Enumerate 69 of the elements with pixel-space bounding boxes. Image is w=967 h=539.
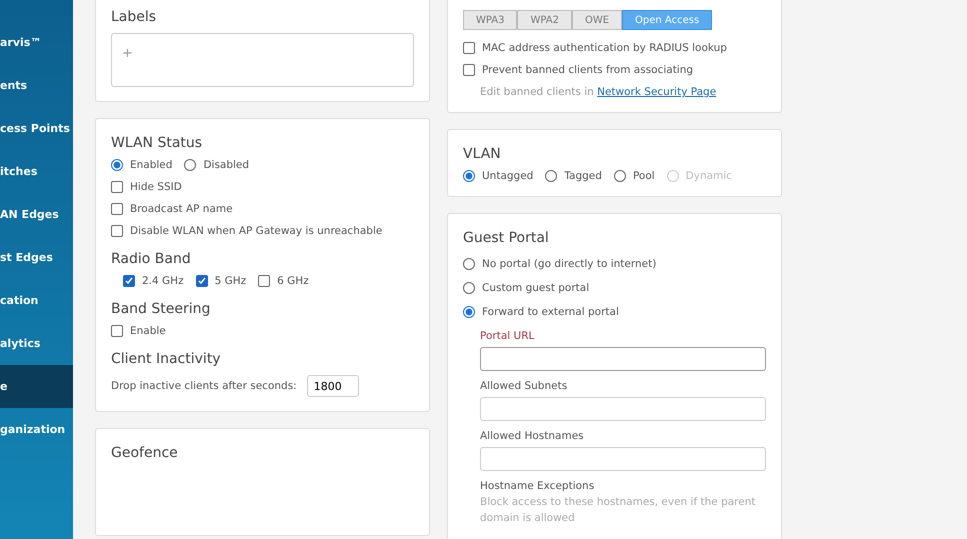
security-tab[interactable]: WPA3 — [463, 10, 518, 30]
checkbox-label: Broadcast AP name — [130, 203, 233, 215]
option-label: Custom guest portal — [482, 282, 590, 294]
radio-button[interactable] — [614, 170, 626, 182]
sidebar-item[interactable]: ents — [0, 64, 73, 107]
checkbox[interactable] — [111, 181, 123, 193]
option-label: Dynamic — [686, 170, 732, 182]
option-label: Disabled — [203, 159, 250, 171]
security-tab[interactable]: WPA2 — [517, 10, 572, 30]
note-text: Edit banned clients in — [480, 86, 594, 98]
radio-button[interactable] — [463, 282, 475, 294]
checkbox-label: Enable — [130, 325, 166, 337]
option-label: Pool — [632, 170, 655, 182]
checkbox[interactable] — [463, 64, 475, 76]
section-title: Labels — [111, 9, 158, 25]
field-label: Allowed Subnets — [480, 380, 568, 392]
section-title: Client Inactivity — [111, 351, 222, 367]
checkbox[interactable] — [258, 275, 270, 287]
section-title: WLAN Status — [111, 135, 204, 151]
hint-text: Block access to these hostnames, even if the parent domain is allowed — [480, 495, 756, 526]
field-label: Allowed Hostnames — [480, 430, 585, 442]
network-security-link[interactable]: Network Security Page — [597, 86, 716, 98]
section-title: Guest Portal — [463, 230, 550, 246]
sidebar-item[interactable]: cess Points — [0, 107, 73, 150]
checkbox-label: 2.4 GHz — [142, 275, 184, 287]
checkbox-label: Hide SSID — [130, 181, 182, 193]
field-label: Hostname Exceptions — [480, 480, 596, 492]
seconds-field[interactable]: 1800 — [306, 375, 359, 397]
checkbox-label: Prevent banned clients from associating — [482, 64, 694, 76]
option-label: No portal (go directly to internet) — [482, 258, 656, 270]
radio-button[interactable] — [111, 159, 123, 171]
checkbox-label: Disable WLAN when AP Gateway is unreachable — [130, 225, 382, 237]
text-field[interactable] — [480, 447, 766, 471]
section-title: Band Steering — [111, 301, 212, 317]
section-title: Radio Band — [111, 251, 192, 267]
checkbox-label: 5 GHz — [214, 275, 246, 287]
sidebar-item[interactable]: e — [0, 365, 73, 408]
checkbox[interactable] — [111, 225, 123, 237]
sidebar-item[interactable]: AN Edges — [0, 193, 73, 236]
radio-button[interactable] — [463, 170, 475, 182]
checkbox[interactable] — [196, 275, 208, 287]
radio-button[interactable] — [463, 258, 475, 270]
labels-field[interactable]: + — [111, 33, 414, 87]
sidebar-item[interactable]: arvis™ — [0, 21, 73, 64]
checkbox[interactable] — [463, 42, 475, 54]
checkbox[interactable] — [111, 325, 123, 337]
text-field[interactable] — [480, 347, 766, 371]
section-title: Geofence — [111, 445, 179, 461]
radio-button[interactable] — [184, 159, 196, 171]
sidebar-item[interactable]: alytics — [0, 322, 73, 365]
checkbox-label: 6 GHz — [277, 275, 309, 287]
checkbox[interactable] — [123, 275, 135, 287]
field-label: Drop inactive clients after seconds: — [111, 380, 297, 392]
sidebar-item[interactable]: ganization — [0, 408, 73, 451]
sidebar-item[interactable]: itches — [0, 150, 73, 193]
text-field[interactable] — [480, 397, 766, 421]
option-label: Enabled — [130, 159, 172, 171]
checkbox[interactable] — [111, 203, 123, 215]
checkbox-label: MAC address authentication by RADIUS lookup — [482, 42, 727, 54]
radio-button[interactable] — [545, 170, 558, 182]
section-title: VLAN — [463, 146, 502, 162]
security-tab[interactable]: OWE — [572, 10, 622, 30]
option-label: Forward to external portal — [482, 306, 619, 318]
field-label: Portal URL — [480, 330, 536, 342]
sidebar-item[interactable]: st Edges — [0, 236, 73, 279]
radio-button[interactable] — [463, 306, 475, 318]
option-label: Untagged — [482, 170, 534, 182]
option-label: Tagged — [564, 170, 602, 182]
sidebar-item[interactable]: cation — [0, 279, 73, 322]
